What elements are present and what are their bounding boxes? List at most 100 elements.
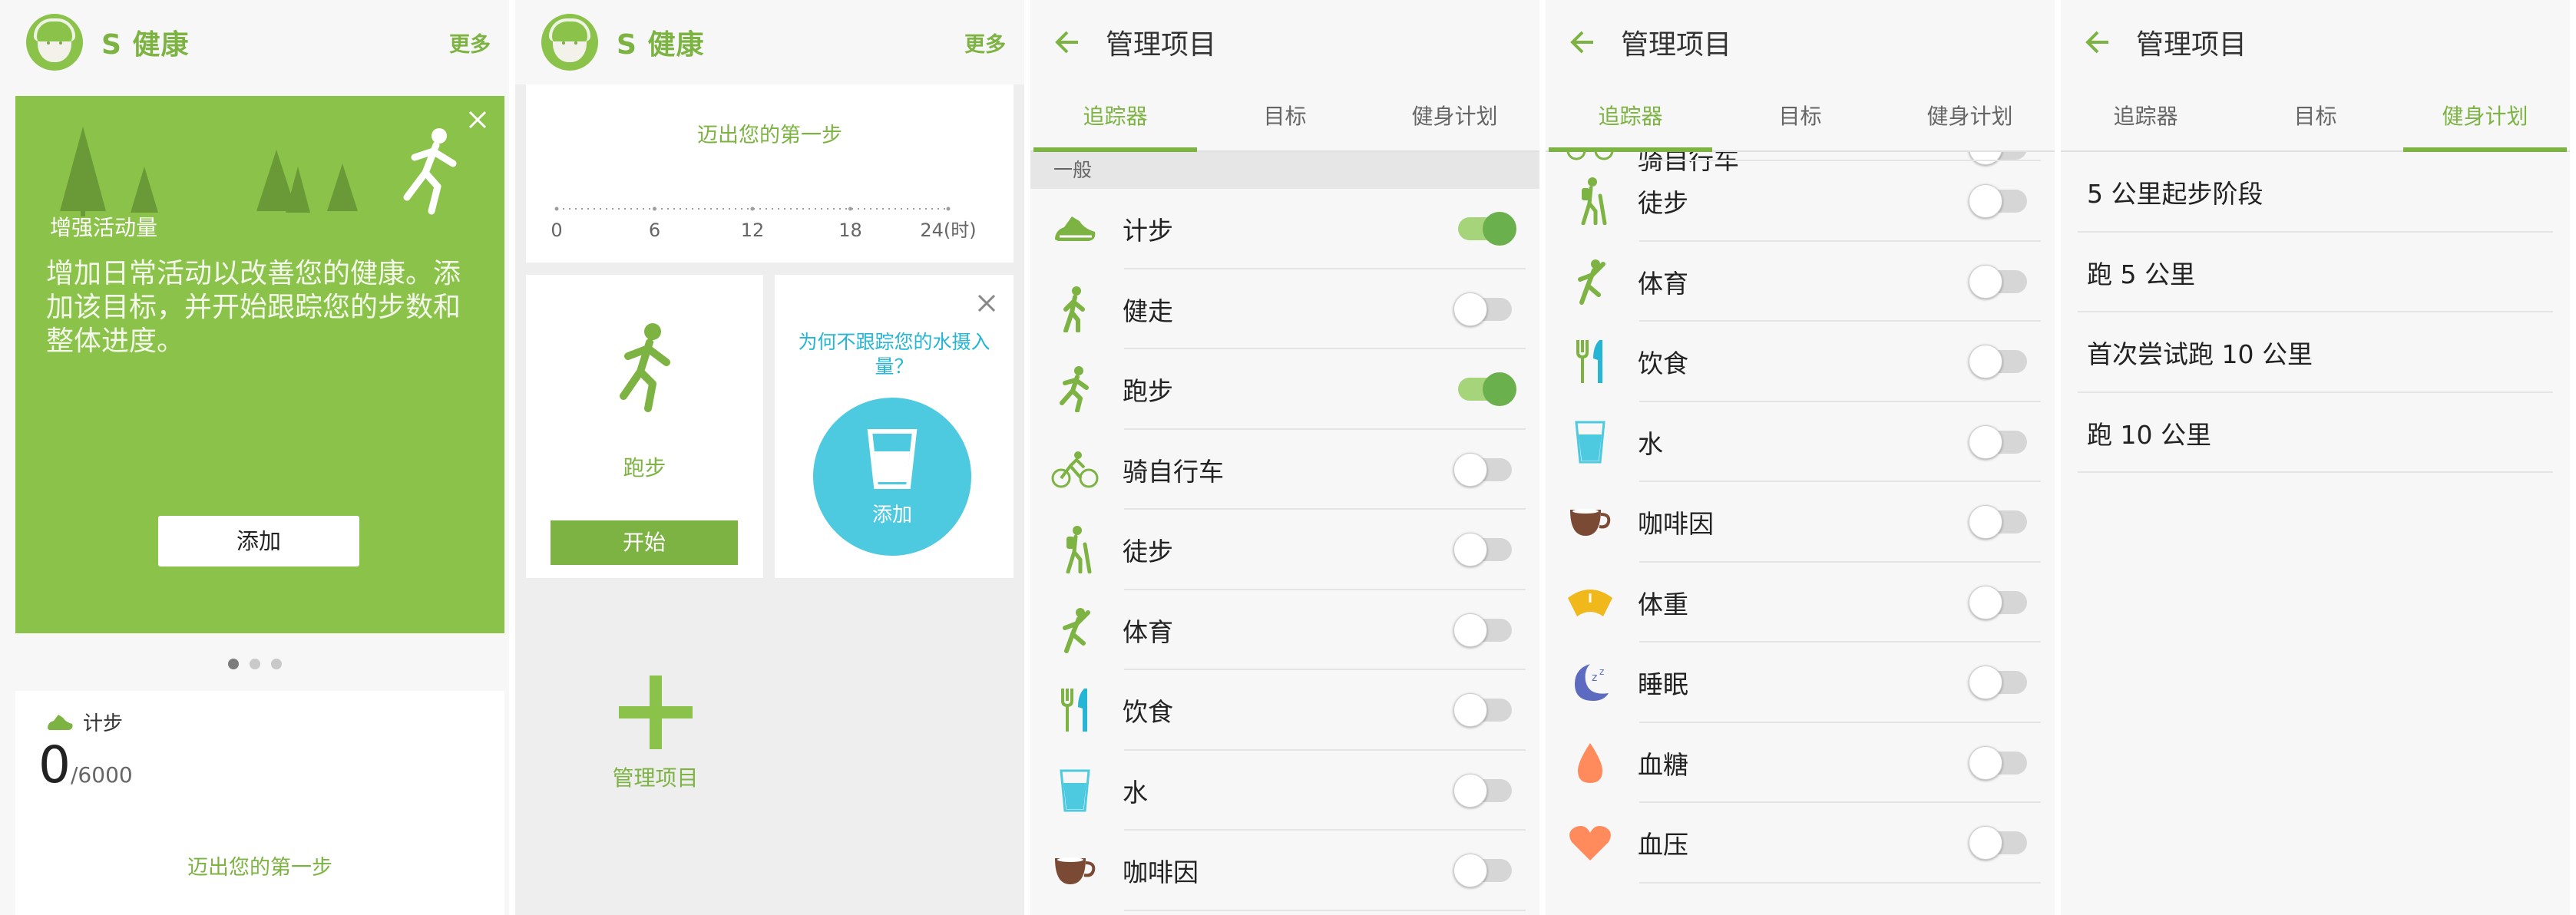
sports-icon: [1050, 606, 1100, 655]
list-item[interactable]: 徒步: [1546, 161, 2055, 242]
running-icon: [1050, 365, 1100, 414]
chart-card: 迈出您的第一步 0 6 12 18 24(时): [526, 84, 1014, 263]
screen-manage-plans: 管理项目 追踪器 目标 健身计划 5 公里起步阶段跑 5 公里 首次尝试跑 10 …: [2061, 0, 2570, 915]
screen-home-scrolled: S 健康 更多 迈出您的第一步 0 6 12 18 24(时) 跑步 开始 为何不跟踪您…: [515, 0, 1024, 915]
list-item[interactable]: 计步: [1030, 189, 1539, 269]
list-item[interactable]: 水: [1546, 402, 2055, 482]
toggle-switch[interactable]: [1453, 533, 1512, 567]
water-add-button[interactable]: 添加: [813, 398, 971, 556]
running-icon: [620, 323, 670, 412]
list-item[interactable]: 体育: [1030, 590, 1539, 670]
toggle-switch[interactable]: [1969, 505, 2027, 540]
manage-items-label: 管理项目: [612, 765, 699, 791]
list-item[interactable]: 饮食: [1030, 670, 1539, 751]
close-icon[interactable]: [977, 293, 997, 313]
toggle-switch[interactable]: [1458, 372, 1516, 407]
back-arrow-icon[interactable]: [2082, 27, 2113, 58]
toggle-switch[interactable]: [1969, 345, 2027, 379]
list-item[interactable]: 体重: [1546, 563, 2055, 642]
running-card[interactable]: 跑步 开始: [526, 275, 763, 578]
list-item-label: 体育: [1638, 268, 1688, 299]
axis-tick-label: 18: [838, 220, 862, 241]
toggle-switch[interactable]: [1453, 773, 1512, 808]
list-item-label: 血糖: [1638, 749, 1688, 780]
list-item[interactable]: 咖啡因: [1546, 482, 2055, 563]
tab-fitness-plans[interactable]: 健身计划: [1885, 84, 2055, 150]
tab-trackers[interactable]: 追踪器: [2061, 84, 2230, 150]
plan-item[interactable]: 跑 10 公里: [2061, 393, 2570, 474]
trees-illustration: [60, 127, 358, 216]
tab-trackers[interactable]: 追踪器: [1546, 84, 1715, 152]
top-bar: 管理项目: [2061, 0, 2570, 84]
back-arrow-icon[interactable]: [1052, 27, 1083, 58]
toggle-switch[interactable]: [1969, 184, 2027, 219]
list-item-label: 徒步: [1123, 537, 1173, 567]
list-item[interactable]: 水: [1030, 751, 1539, 831]
avatar[interactable]: [26, 14, 83, 71]
toggle-switch[interactable]: [1453, 854, 1512, 888]
axis-tick-label: 6: [649, 220, 660, 241]
list-item[interactable]: 饮食: [1546, 322, 2055, 402]
page-dot: [228, 659, 239, 669]
list-item[interactable]: 跑步: [1030, 349, 1539, 430]
list-item-label: 水: [1123, 777, 1148, 808]
list-item[interactable]: 体育: [1546, 242, 2055, 322]
blood-pressure-icon: [1566, 818, 1615, 867]
toggle-switch[interactable]: [1969, 585, 2027, 619]
running-label: 跑步: [623, 455, 666, 481]
list-item-label: 体育: [1123, 616, 1173, 647]
cycling-icon: [1050, 445, 1100, 494]
more-button[interactable]: 更多: [964, 28, 1006, 58]
toggle-switch[interactable]: [1969, 666, 2027, 700]
close-icon[interactable]: [468, 110, 488, 130]
list-item[interactable]: 徒步: [1030, 510, 1539, 590]
axis-tick-label: 12: [741, 220, 765, 241]
tab-goals[interactable]: 目标: [1200, 84, 1370, 150]
list-item[interactable]: 血压: [1546, 803, 2055, 884]
list-item[interactable]: 骑自行车: [1030, 430, 1539, 510]
list-item-label: 徒步: [1638, 188, 1688, 219]
steps-prompt: 迈出您的第一步: [187, 856, 332, 880]
tab-fitness-plans[interactable]: 健身计划: [1370, 84, 1539, 150]
back-arrow-icon[interactable]: [1567, 27, 1598, 58]
toggle-switch[interactable]: [1969, 424, 2027, 459]
toggle-switch[interactable]: [1458, 212, 1516, 246]
plan-item[interactable]: 5 公里起步阶段: [2061, 152, 2570, 233]
add-button[interactable]: 添加: [158, 516, 359, 567]
top-bar: S 健康 更多: [515, 0, 1024, 84]
toggle-switch[interactable]: [1453, 452, 1512, 487]
list-item[interactable]: 健走: [1030, 269, 1539, 349]
toggle-switch[interactable]: [1969, 745, 2027, 780]
app-title: S 健康: [101, 29, 190, 61]
start-button[interactable]: 开始: [551, 520, 738, 565]
toggle-switch[interactable]: [1453, 292, 1512, 326]
list-item[interactable]: 咖啡因: [1030, 831, 1539, 911]
list-item-label: 咖啡因: [1123, 857, 1199, 888]
list-item-label: 饮食: [1123, 697, 1173, 728]
food-icon: [1050, 685, 1100, 735]
hero-card: 增强活动量 增加日常活动以改善您的健康。添加该目标，并开始跟踪您的步数和整体进度…: [15, 96, 504, 633]
page-title: 管理项目: [2136, 29, 2247, 61]
axis-tick: [554, 206, 559, 211]
svg-text:z: z: [1599, 666, 1604, 677]
list-item[interactable]: z z 睡眠: [1546, 642, 2055, 723]
more-button[interactable]: 更多: [449, 28, 491, 58]
tab-goals[interactable]: 目标: [1715, 84, 1885, 150]
plan-item[interactable]: 首次尝试跑 10 公里: [2061, 312, 2570, 393]
shoe-icon: [1050, 204, 1100, 253]
toggle-switch[interactable]: [1969, 826, 2027, 860]
toggle-switch[interactable]: [1453, 693, 1512, 728]
toggle-switch[interactable]: [1969, 264, 2027, 299]
runner-icon: [403, 128, 457, 215]
plan-item[interactable]: 跑 5 公里: [2061, 233, 2570, 313]
steps-card[interactable]: 计步 0/6000 迈出您的第一步: [15, 691, 504, 915]
tab-trackers[interactable]: 追踪器: [1030, 84, 1200, 152]
list-item[interactable]: 血糖: [1546, 723, 2055, 803]
manage-items-button[interactable]: 管理项目: [592, 676, 719, 792]
tab-goals[interactable]: 目标: [2230, 84, 2400, 150]
toggle-switch[interactable]: [1453, 613, 1512, 647]
glass-icon: [867, 429, 918, 489]
page-title: 管理项目: [1106, 29, 1217, 61]
tab-fitness-plans[interactable]: 健身计划: [2400, 84, 2570, 152]
avatar[interactable]: [541, 14, 598, 71]
